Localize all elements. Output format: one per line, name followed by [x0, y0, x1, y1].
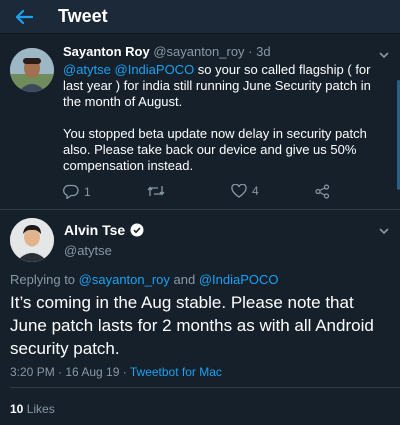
author-name[interactable]: Alvin Tse	[64, 222, 125, 238]
share-button[interactable]	[315, 184, 330, 199]
replying-to: Replying to @sayanton_roy and @IndiaPOCO	[10, 272, 279, 287]
parent-tweet[interactable]: Sayanton Roy @sayanton_roy · 3d @atytse …	[0, 34, 400, 210]
chevron-down-icon[interactable]	[378, 226, 390, 236]
retweet-icon	[147, 186, 165, 196]
arrow-left-icon	[15, 9, 33, 24]
heart-icon	[231, 184, 247, 198]
main-tweet: Alvin Tse @atytse Replying to @sayanton_…	[0, 210, 400, 425]
author-name[interactable]: Sayanton Roy	[63, 44, 150, 59]
avatar-image	[10, 48, 54, 92]
top-bar: Tweet	[0, 0, 400, 34]
like-button[interactable]: 4	[231, 184, 259, 198]
tweet-paragraph: You stopped beta update now delay in sec…	[63, 126, 367, 173]
tweet-header: Sayanton Roy @sayanton_roy · 3d	[63, 44, 271, 60]
share-icon	[315, 184, 330, 199]
tweet-text: It’s coming in the Aug stable. Please no…	[10, 293, 374, 358]
separator-dot: ·	[244, 44, 257, 59]
replying-and: and	[169, 272, 199, 287]
replying-to-label: Replying to	[10, 272, 79, 287]
divider	[10, 387, 400, 388]
like-count: 4	[252, 184, 259, 198]
tweet-time: 3d	[256, 44, 271, 59]
mention-link[interactable]: @IndiaPOCO	[199, 272, 279, 287]
reply-icon	[63, 184, 79, 199]
likes-label: Likes	[23, 402, 55, 416]
author-handle[interactable]: @sayanton_roy	[153, 44, 244, 59]
tweet-timestamp: 3:20 PM · 16 Aug 19 ·	[10, 365, 130, 379]
chevron-down-icon[interactable]	[378, 50, 390, 60]
likes-summary[interactable]: 10 Likes	[10, 402, 55, 416]
client-link[interactable]: Tweetbot for Mac	[130, 365, 222, 379]
tweet-actions: 1 4	[63, 184, 363, 200]
mention-link[interactable]: @IndiaPOCO	[115, 62, 195, 77]
avatar[interactable]	[10, 48, 54, 92]
mention-link[interactable]: @sayanton_roy	[79, 272, 170, 287]
author-handle[interactable]: @atytse	[64, 243, 112, 258]
avatar[interactable]	[10, 218, 54, 262]
back-button[interactable]	[4, 0, 44, 34]
mention-link[interactable]: @atytse	[63, 62, 111, 77]
verified-badge-icon	[130, 223, 144, 237]
avatar-image	[10, 218, 54, 262]
retweet-button[interactable]	[147, 184, 170, 198]
reply-button[interactable]: 1	[63, 184, 91, 199]
tweet-paragraph: @atytse @IndiaPOCO so your so called fla…	[63, 62, 383, 110]
likes-count: 10	[10, 402, 24, 416]
reply-count: 1	[84, 184, 91, 199]
author-name-row: Alvin Tse	[64, 222, 144, 238]
page-title: Tweet	[58, 6, 108, 26]
tweet-text: @atytse @IndiaPOCO so your so called fla…	[63, 62, 383, 174]
tweet-meta: 3:20 PM · 16 Aug 19 · Tweetbot for Mac	[10, 365, 222, 379]
